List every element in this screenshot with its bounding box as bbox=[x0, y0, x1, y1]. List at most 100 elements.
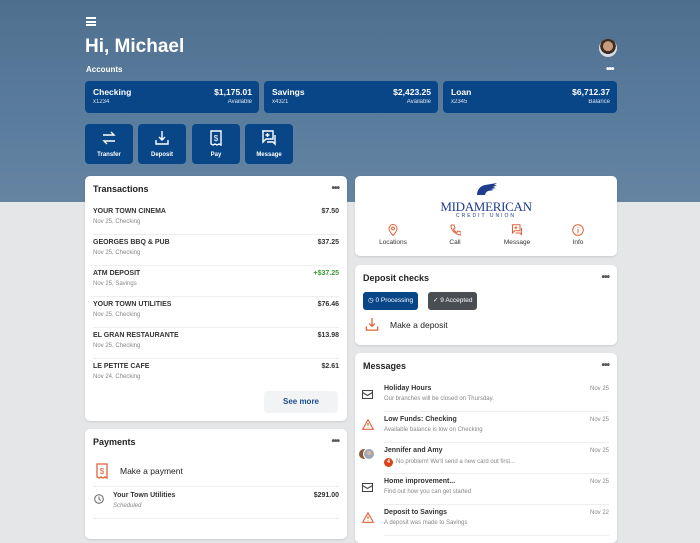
make-payment-label: Make a payment bbox=[120, 466, 183, 476]
message-row[interactable]: Deposit to Savings A deposit was made to … bbox=[361, 505, 609, 536]
message-date: Nov 25 bbox=[589, 448, 609, 454]
message-preview: Available balance is low on Checking bbox=[384, 427, 483, 433]
transactions-title: Transactions bbox=[93, 184, 149, 194]
message-title: Deposit to Savings bbox=[384, 509, 448, 516]
messages-more-button[interactable]: ••• bbox=[601, 361, 609, 371]
deposit-more-button[interactable]: ••• bbox=[601, 273, 609, 283]
deposit-title: Deposit checks bbox=[363, 273, 430, 283]
envelope-icon bbox=[361, 479, 374, 497]
make-payment-button[interactable]: $ Make a payment bbox=[93, 461, 339, 487]
message-row[interactable]: Home improvement... Find out how you can … bbox=[361, 474, 609, 505]
clock-icon bbox=[94, 494, 104, 504]
bill-icon: $ bbox=[96, 463, 108, 479]
message-row[interactable]: Low Funds: Checking Available balance is … bbox=[361, 412, 609, 443]
transaction-row[interactable]: YOUR TOWN UTILITIES Nov 25, Checking $76.4… bbox=[93, 297, 339, 328]
deposit-checks-card: Deposit checks ••• ◷ 0 Processing ✓ 9 Ac… bbox=[355, 265, 617, 345]
transaction-name: YOUR TOWN UTILITIES bbox=[93, 301, 172, 308]
account-amount-type: Available bbox=[406, 99, 431, 105]
transactions-card: Transactions ••• YOUR TOWN CINEMA Nov 25,… bbox=[85, 176, 347, 421]
processing-filter[interactable]: ◷ 0 Processing bbox=[363, 292, 419, 310]
transaction-detail: Nov 25, Checking bbox=[93, 219, 141, 225]
message-title: Holiday Hours bbox=[384, 385, 432, 392]
transaction-name: EL GRAN RESTAURANTE bbox=[93, 332, 179, 339]
payments-title: Payments bbox=[93, 437, 136, 447]
location-pin-icon bbox=[388, 224, 398, 236]
avatar bbox=[359, 447, 375, 466]
payments-more-button[interactable]: ••• bbox=[331, 437, 339, 447]
message-preview: A deposit was made to Savings bbox=[384, 520, 468, 526]
transfer-icon bbox=[102, 131, 116, 145]
transaction-row[interactable]: LE PETITE CAFE Nov 24, Checking $2.61 bbox=[93, 359, 339, 390]
transaction-amount: $7.50 bbox=[321, 208, 339, 215]
warning-icon bbox=[361, 417, 375, 435]
transaction-amount: $13.98 bbox=[317, 332, 339, 339]
transaction-row[interactable]: YOUR TOWN CINEMA Nov 25, Checking $7.50 bbox=[93, 204, 339, 235]
payment-amount: $291.00 bbox=[313, 492, 339, 499]
avatar[interactable] bbox=[599, 39, 617, 57]
account-amount-type: Available bbox=[227, 99, 252, 105]
accounts-more-button[interactable]: ••• bbox=[606, 65, 614, 75]
transfer-button[interactable]: Transfer bbox=[85, 124, 133, 164]
payment-status: Scheduled bbox=[113, 503, 142, 509]
credit-union-logo: MIDAMERICAN CREDIT UNION bbox=[355, 182, 617, 219]
transaction-detail: Nov 25, Savings bbox=[93, 281, 137, 287]
info-icon bbox=[572, 224, 584, 236]
transaction-row[interactable]: ATM DEPOSIT Nov 25, Savings +$37.25 bbox=[93, 266, 339, 297]
deposit-button[interactable]: Deposit bbox=[138, 124, 186, 164]
account-number: x1234 bbox=[93, 99, 110, 105]
action-label: Transfer bbox=[97, 152, 121, 158]
message-button[interactable]: Message bbox=[245, 124, 293, 164]
accounts-label: Accounts bbox=[86, 65, 123, 74]
messages-title: Messages bbox=[363, 361, 407, 371]
transaction-detail: Nov 25, Checking bbox=[93, 343, 141, 349]
transaction-amount: +$37.25 bbox=[313, 270, 340, 277]
message-link[interactable]: Message bbox=[487, 224, 547, 246]
account-card-savings[interactable]: Savings $2,423.25 x4321 Available bbox=[264, 81, 438, 113]
transaction-row[interactable]: GEORGES BBQ & PUB Nov 25, Checking $37.25 bbox=[93, 235, 339, 266]
transaction-detail: Nov 24, Checking bbox=[93, 374, 141, 380]
transaction-name: ATM DEPOSIT bbox=[93, 270, 141, 277]
locations-link[interactable]: Locations bbox=[363, 224, 423, 246]
logo-emblem-icon bbox=[477, 183, 497, 195]
account-number: x4321 bbox=[272, 99, 289, 105]
call-link[interactable]: Call bbox=[425, 224, 485, 246]
message-preview: Our branches will be closed on Thursday. bbox=[384, 396, 494, 402]
pay-button[interactable]: $ Pay bbox=[192, 124, 240, 164]
account-amount: $2,423.25 bbox=[393, 87, 431, 97]
action-label: Deposit bbox=[150, 152, 173, 158]
message-row[interactable]: Jennifer and Amy 4 No problem! We'll send … bbox=[359, 443, 609, 474]
account-name: Loan bbox=[451, 87, 472, 97]
messages-card: Messages ••• Holiday Hours Our branches w… bbox=[355, 353, 617, 543]
account-number: x2345 bbox=[451, 99, 468, 105]
message-preview: 4 No problem! We'll send a new card out f… bbox=[384, 458, 515, 467]
message-date: Nov 25 bbox=[589, 417, 609, 423]
see-more-button[interactable]: See more bbox=[264, 391, 338, 413]
account-name: Checking bbox=[93, 87, 132, 97]
transaction-amount: $37.25 bbox=[317, 239, 339, 246]
bill-icon: $ bbox=[210, 130, 222, 146]
svg-text:$: $ bbox=[214, 134, 219, 143]
message-icon bbox=[511, 224, 523, 236]
account-card-loan[interactable]: Loan $6,712.37 x2345 Balance bbox=[443, 81, 617, 113]
payment-row[interactable]: Your Town Utilities Scheduled $291.00 bbox=[93, 489, 339, 519]
payment-name: Your Town Utilities bbox=[113, 492, 176, 499]
accepted-filter[interactable]: ✓ 9 Accepted bbox=[428, 292, 478, 310]
warning-icon bbox=[361, 510, 375, 528]
payments-card: Payments ••• $ Make a payment Your Town … bbox=[85, 429, 347, 539]
account-card-checking[interactable]: Checking $1,175.01 x1234 Available bbox=[85, 81, 259, 113]
message-title: Low Funds: Checking bbox=[384, 416, 457, 423]
message-row[interactable]: Holiday Hours Our branches will be closed… bbox=[361, 381, 609, 412]
transaction-amount: $76.46 bbox=[317, 301, 339, 308]
deposit-icon bbox=[155, 131, 169, 145]
phone-icon bbox=[449, 224, 461, 236]
account-amount: $1,175.01 bbox=[214, 87, 252, 97]
menu-icon[interactable] bbox=[86, 17, 96, 26]
message-date: Nov 25 bbox=[589, 479, 609, 485]
action-label: Pay bbox=[210, 152, 222, 158]
message-icon bbox=[262, 130, 276, 146]
transactions-more-button[interactable]: ••• bbox=[331, 184, 339, 194]
make-deposit-button[interactable]: Make a deposit bbox=[363, 315, 563, 335]
transaction-name: GEORGES BBQ & PUB bbox=[93, 239, 170, 246]
info-link[interactable]: Info bbox=[548, 224, 608, 246]
transaction-row[interactable]: EL GRAN RESTAURANTE Nov 25, Checking $13.9… bbox=[93, 328, 339, 359]
